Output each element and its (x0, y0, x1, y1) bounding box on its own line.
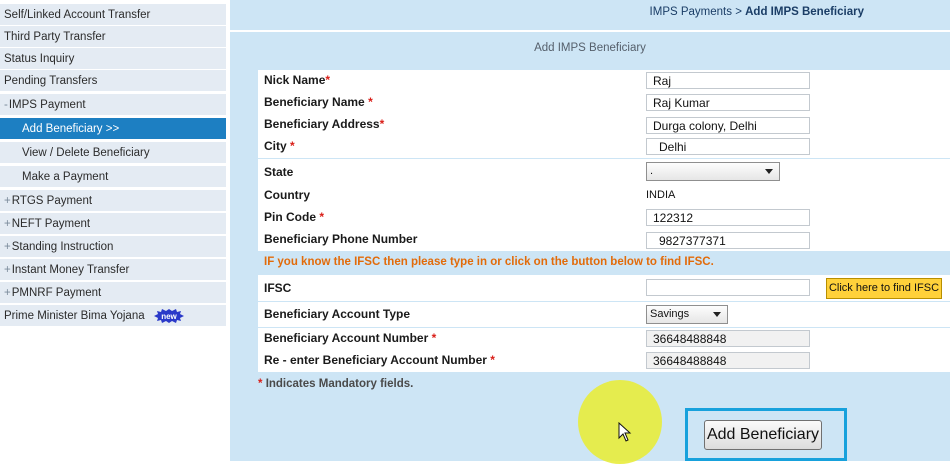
divider (230, 30, 950, 32)
find-ifsc-button[interactable]: Click here to find IFSC (826, 278, 942, 299)
breadcrumb: IMPS Payments > Add IMPS Beneficiary (230, 6, 950, 18)
ifsc-note: IF you know the IFSC then please type in… (264, 256, 714, 268)
sidebar-item-label: Status Inquiry (4, 53, 75, 65)
main-panel: IMPS Payments > Add IMPS Beneficiary Add… (230, 0, 950, 464)
field-label: State (264, 165, 294, 179)
sidebar-item-label: Add Beneficiary >> (22, 123, 120, 135)
required-marker: * (379, 117, 385, 131)
pin-code-input[interactable] (646, 209, 810, 226)
sidebar-item-rtgs-payment[interactable]: +RTGS Payment (0, 190, 226, 212)
required-marker: * (325, 73, 331, 87)
ifsc-input[interactable] (646, 279, 810, 296)
required-marker: * (490, 353, 495, 367)
sidebar-item-label: Third Party Transfer (4, 31, 106, 43)
sidebar-item-self-linked-transfer[interactable]: Self/Linked Account Transfer (0, 4, 226, 26)
sidebar-item-make-payment[interactable]: Make a Payment (0, 166, 226, 188)
sidebar-item-label: Prime Minister Bima Yojana (4, 310, 145, 322)
account-type-select[interactable]: Savings (646, 305, 728, 324)
field-label: Country (264, 188, 310, 202)
form-row-country: Country INDIA (258, 185, 950, 207)
new-badge-icon: new (153, 308, 184, 323)
sidebar-item-pending-transfers[interactable]: Pending Transfers (0, 70, 226, 92)
expand-marker-icon: + (4, 195, 11, 207)
sidebar-item-label: RTGS Payment (11, 195, 93, 207)
expand-marker-icon: + (4, 241, 11, 253)
form-row-account-type: Beneficiary Account Type Savings (258, 302, 950, 327)
account-type-select-value: Savings (650, 308, 690, 320)
collapse-marker-icon: - (4, 99, 8, 111)
form-title: Add IMPS Beneficiary (534, 42, 646, 54)
form-row-nick-name: Nick Name* (258, 70, 950, 92)
sidebar-item-neft-payment[interactable]: +NEFT Payment (0, 213, 226, 235)
breadcrumb-separator: > (735, 6, 742, 18)
mandatory-note: * Indicates Mandatory fields. (258, 378, 414, 390)
field-label: Beneficiary Address* (264, 117, 385, 131)
mouse-pointer-icon (618, 421, 632, 442)
required-marker: * (258, 378, 263, 390)
field-label: Beneficiary Account Number * (264, 331, 437, 345)
sidebar-item-standing-instruction[interactable]: +Standing Instruction (0, 236, 226, 258)
sidebar-item-label: View / Delete Beneficiary (22, 147, 150, 159)
sidebar-item-imps-payment[interactable]: -IMPS Payment (0, 94, 226, 116)
form-row-phone: Beneficiary Phone Number (258, 229, 950, 251)
nick-name-input[interactable] (646, 72, 810, 89)
form-row-account-number: Beneficiary Account Number * (258, 328, 950, 350)
sidebar-item-status-inquiry[interactable]: Status Inquiry (0, 48, 226, 70)
sidebar-item-instant-money-transfer[interactable]: +Instant Money Transfer (0, 259, 226, 281)
beneficiary-address-input[interactable] (646, 117, 810, 134)
sidebar-item-label: IMPS Payment (8, 99, 86, 111)
breadcrumb-current: Add IMPS Beneficiary (745, 6, 864, 18)
form-row-city: City * (258, 136, 950, 158)
required-marker: * (290, 139, 295, 153)
required-marker: * (368, 95, 373, 109)
form-row-pin-code: Pin Code * (258, 207, 950, 229)
required-marker: * (319, 210, 325, 224)
phone-input[interactable] (646, 232, 810, 249)
beneficiary-name-input[interactable] (646, 94, 810, 111)
sidebar-item-view-delete-beneficiary[interactable]: View / Delete Beneficiary (0, 142, 226, 164)
sidebar-item-label: Make a Payment (22, 171, 109, 183)
state-select[interactable]: . (646, 162, 780, 181)
form-row-beneficiary-address: Beneficiary Address* (258, 114, 950, 136)
field-label: Beneficiary Phone Number (264, 232, 418, 246)
sidebar-item-pm-bima-yojana[interactable]: Prime Minister Bima Yojana new (0, 305, 226, 327)
sidebar-item-label: Standing Instruction (11, 241, 114, 253)
reenter-account-number-input[interactable] (646, 352, 810, 369)
field-label: Beneficiary Name * (264, 95, 373, 109)
expand-marker-icon: + (4, 287, 11, 299)
city-input[interactable] (646, 138, 810, 155)
required-marker: * (431, 331, 437, 345)
sidebar-item-label: PMNRF Payment (11, 287, 102, 299)
field-label: Pin Code * (264, 210, 325, 224)
sidebar-item-label: NEFT Payment (11, 218, 91, 230)
sidebar-nav: Self/Linked Account Transfer Third Party… (0, 0, 228, 461)
chevron-down-icon (765, 169, 773, 174)
field-label: City * (264, 139, 295, 153)
form-row-state: State . (258, 159, 950, 185)
state-select-value: . (650, 165, 654, 177)
form-row-beneficiary-name: Beneficiary Name * (258, 92, 950, 114)
expand-marker-icon: + (4, 264, 11, 276)
chevron-down-icon (713, 312, 721, 317)
breadcrumb-parent[interactable]: IMPS Payments (650, 6, 732, 18)
sidebar-item-label: Self/Linked Account Transfer (4, 9, 151, 21)
field-label: Beneficiary Account Type (264, 307, 411, 321)
sidebar-item-label: Instant Money Transfer (11, 264, 130, 276)
country-value: INDIA (646, 189, 676, 201)
field-label: Re - enter Beneficiary Account Number * (264, 353, 495, 367)
expand-marker-icon: + (4, 218, 11, 230)
sidebar-item-pmnrf-payment[interactable]: +PMNRF Payment (0, 282, 226, 304)
field-label: Nick Name* (264, 73, 331, 87)
sidebar-item-add-beneficiary[interactable]: Add Beneficiary >> (0, 118, 226, 140)
sidebar-item-third-party-transfer[interactable]: Third Party Transfer (0, 26, 226, 48)
add-beneficiary-button[interactable]: Add Beneficiary (704, 420, 822, 450)
account-number-input[interactable] (646, 330, 810, 347)
form-row-reenter-account-number: Re - enter Beneficiary Account Number * (258, 350, 950, 372)
field-label: IFSC (264, 281, 292, 295)
sidebar-item-label: Pending Transfers (4, 75, 98, 87)
svg-text:new: new (161, 312, 177, 321)
